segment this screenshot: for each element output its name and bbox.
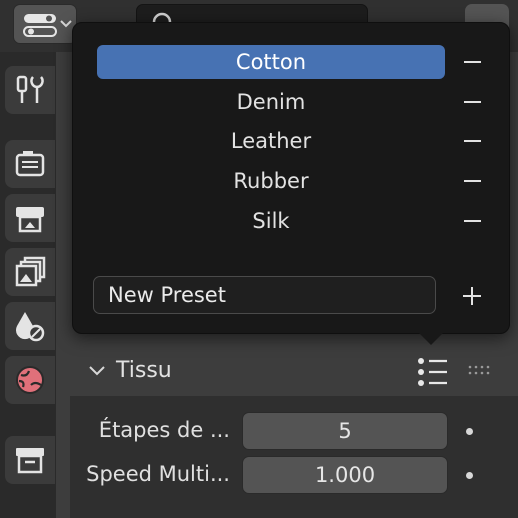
view-layer-icon [15, 256, 46, 287]
render-icon [15, 151, 45, 177]
remove-preset-button[interactable] [461, 164, 483, 198]
preset-list-icon[interactable] [416, 356, 450, 388]
property-value-field[interactable]: 1.000 [242, 456, 448, 494]
panel-body-tissu: Étapes de ... 5 Speed Multi... 1.000 [70, 396, 518, 518]
remove-preset-button[interactable] [461, 204, 483, 238]
minus-icon [463, 101, 481, 103]
chevron-down-icon [89, 366, 105, 376]
preset-item-leather[interactable]: Leather [97, 124, 445, 158]
property-value-field[interactable]: 5 [242, 412, 448, 450]
drag-grip-icon[interactable] [468, 364, 492, 376]
world-icon [16, 366, 44, 394]
collection-icon [16, 448, 44, 474]
tab-view-layer[interactable] [5, 248, 55, 296]
preset-item-denim[interactable]: Denim [97, 85, 445, 119]
add-preset-button[interactable] [461, 285, 483, 307]
remove-preset-button[interactable] [461, 124, 483, 158]
tab-world[interactable] [5, 356, 55, 404]
minus-icon [463, 140, 481, 142]
scene-icon [16, 312, 45, 342]
tool-icon [16, 75, 44, 103]
new-preset-input[interactable]: New Preset [93, 276, 436, 314]
output-icon [16, 207, 44, 233]
preset-menu: Cotton Denim Leather Rubber Silk New Pre… [72, 22, 510, 334]
preset-item-silk[interactable]: Silk [97, 204, 445, 238]
property-label: Speed Multi... [86, 462, 230, 486]
editor-type-button[interactable] [13, 4, 77, 44]
keyframe-dot-icon[interactable] [466, 428, 473, 435]
chevron-down-icon [60, 20, 72, 28]
preset-item-rubber[interactable]: Rubber [97, 164, 445, 198]
remove-preset-button[interactable] [461, 85, 483, 119]
tab-scene[interactable] [5, 302, 55, 350]
preset-item-cotton[interactable]: Cotton [97, 45, 445, 79]
minus-icon [463, 180, 481, 182]
popup-pointer [418, 332, 444, 345]
panel-title: Tissu [116, 358, 172, 383]
property-label: Étapes de ... [98, 418, 230, 442]
tab-collection[interactable] [5, 436, 55, 484]
remove-preset-button[interactable] [461, 45, 483, 79]
minus-icon [463, 61, 481, 63]
panel-header-tissu[interactable]: Tissu [70, 350, 518, 394]
tab-tool[interactable] [5, 66, 55, 114]
tab-render[interactable] [5, 140, 55, 188]
keyframe-dot-icon[interactable] [466, 472, 473, 479]
editor-type-icon [23, 14, 57, 37]
tab-output[interactable] [5, 194, 55, 242]
minus-icon [463, 220, 481, 222]
properties-tab-column [0, 52, 56, 518]
